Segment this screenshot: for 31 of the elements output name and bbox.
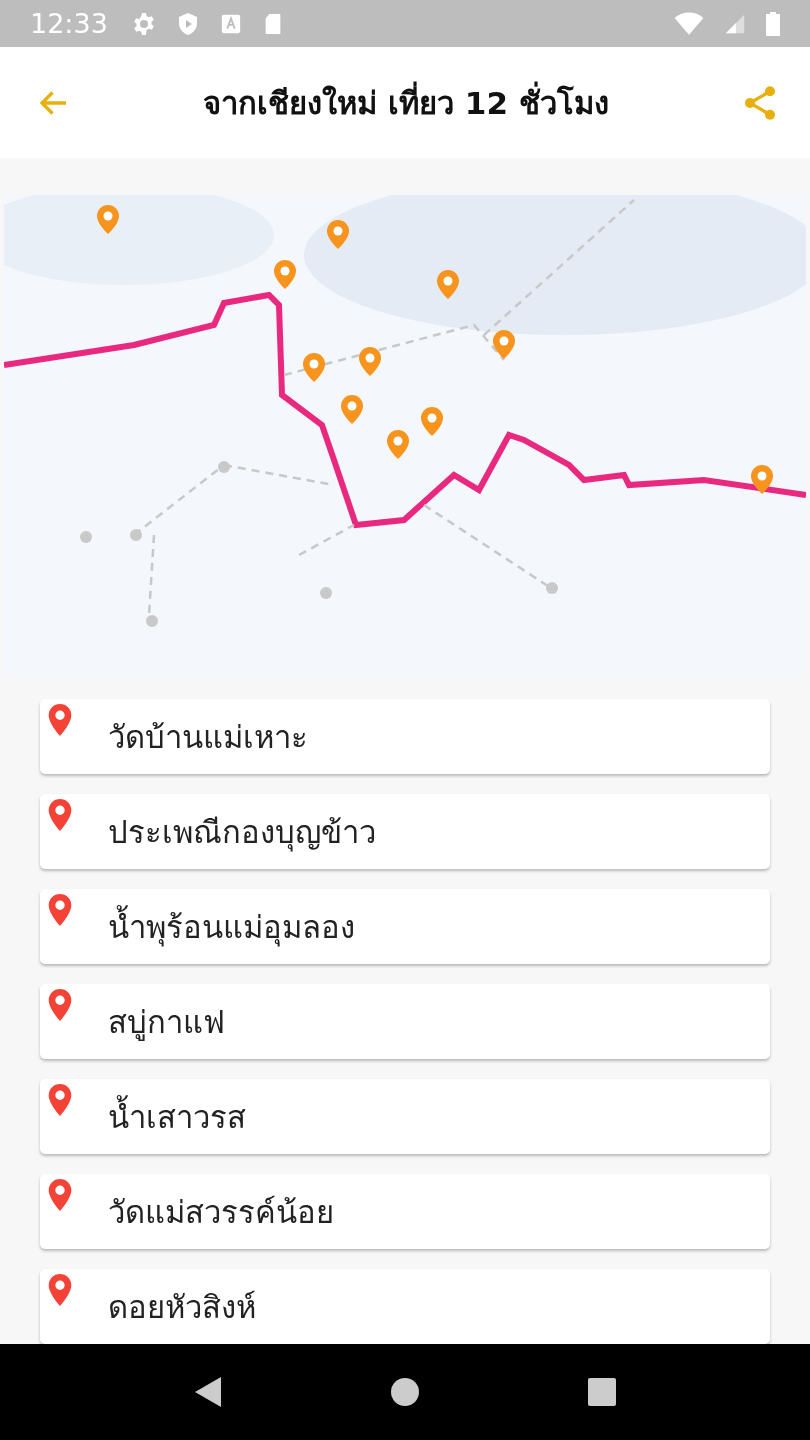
place-name: น้ำพุร้อนแม่อุมลอง [108,901,355,952]
place-card[interactable]: สบู่กาแฟ [40,984,770,1059]
place-card[interactable]: ประเพณีกองบุญข้าว [40,794,770,869]
recents-nav-icon[interactable] [586,1377,617,1407]
status-time: 12:33 [30,8,108,39]
place-name: ดอยหัวสิงห์ [108,1287,256,1327]
place-name: วัดบ้านแม่เหาะ [108,717,308,757]
location-pin-icon [48,704,72,736]
battery-icon [766,10,780,37]
place-card[interactable]: น้ำพุร้อนแม่อุมลอง [40,889,770,964]
location-pin-icon [48,1084,72,1116]
place-name: น้ำเสาวรส [108,1091,246,1142]
wifi-icon [674,11,704,36]
signal-icon [724,12,746,35]
place-card[interactable]: ดอยหัวสิงห์ [40,1269,770,1344]
location-pin-icon [48,989,72,1021]
settings-icon [131,11,156,36]
font-icon [219,12,242,35]
home-nav-icon[interactable] [390,1377,420,1407]
place-card[interactable]: วัดบ้านแม่เหาะ [40,699,770,774]
place-name: สบู่กาแฟ [108,1002,225,1043]
location-pin-icon [48,799,72,831]
location-pin-icon [48,1179,72,1211]
page-title: จากเชียงใหม่ เที่ยว 12 ชั่วโมง [203,77,609,128]
place-card[interactable]: น้ำเสาวรส [40,1079,770,1154]
place-name: ประเพณีกองบุญข้าว [108,812,376,854]
place-name: วัดแม่สวรรค์น้อย [108,1192,334,1232]
location-pin-icon [48,894,72,926]
back-nav-icon[interactable] [193,1375,224,1409]
location-pin-icon [48,1274,72,1306]
place-card[interactable]: วัดแม่สวรรค์น้อย [40,1174,770,1249]
